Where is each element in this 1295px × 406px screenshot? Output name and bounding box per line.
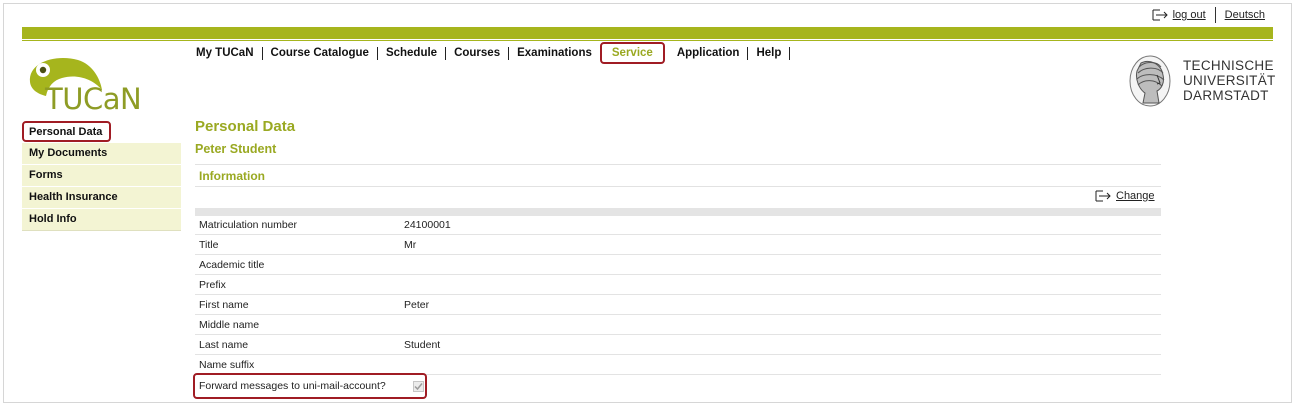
nav-divider — [789, 46, 791, 60]
table-row: Matriculation number 24100001 — [195, 215, 1161, 235]
row-label: Name suffix — [199, 358, 255, 371]
change-arrow-icon — [1095, 190, 1111, 202]
nav-application[interactable]: Application — [677, 47, 740, 59]
change-link[interactable]: Change — [1095, 190, 1155, 202]
nav-divider — [261, 46, 263, 60]
sidebar-item-forms[interactable]: Forms — [22, 165, 181, 186]
table-row: Name suffix — [195, 355, 1161, 375]
nav-courses[interactable]: Courses — [454, 47, 500, 59]
row-label: Middle name — [199, 318, 260, 331]
table-row: First name Peter — [195, 295, 1161, 315]
row-value: Mr — [404, 238, 417, 251]
change-label[interactable]: Change — [1116, 190, 1155, 202]
sidebar: Personal Data My Documents Forms Health Ins… — [22, 121, 181, 231]
person-name: Peter Student — [195, 142, 277, 156]
checkmark-icon — [414, 382, 423, 390]
tucan-logo-text: TUCaN — [45, 82, 142, 116]
row-label: Academic title — [199, 258, 265, 271]
nav-divider — [508, 46, 510, 60]
row-value: Student — [404, 338, 441, 351]
row-value: 24100001 — [404, 218, 451, 231]
forward-messages-row: Forward messages to uni-mail-account? — [193, 373, 427, 399]
header-green-bar — [22, 27, 1273, 39]
table-row: Middle name — [195, 315, 1161, 335]
row-label: Matriculation number — [199, 218, 298, 231]
sidebar-item-my-documents[interactable]: My Documents — [22, 143, 181, 164]
nav-divider — [445, 46, 447, 60]
nav-help[interactable]: Help — [756, 47, 781, 59]
tu-line-2: UNIVERSITÄT — [1183, 73, 1276, 88]
row-value: Peter — [404, 298, 430, 311]
sidebar-item-health-insurance[interactable]: Health Insurance — [22, 187, 181, 208]
forward-messages-label: Forward messages to uni-mail-account? — [199, 380, 386, 392]
divider — [195, 164, 1161, 165]
forward-messages-checkbox[interactable] — [413, 380, 424, 392]
tu-line-3: DARMSTADT — [1183, 88, 1269, 103]
tu-line-1: TECHNISCHE — [1183, 58, 1274, 73]
language-link[interactable]: Deutsch — [1225, 9, 1265, 21]
nav-divider — [747, 46, 749, 60]
tu-darmstadt-wordmark: TECHNISCHE UNIVERSITÄT DARMSTADT — [1183, 58, 1276, 103]
section-title: Information — [199, 169, 265, 183]
nav-service[interactable]: Service — [599, 42, 665, 64]
logout-arrow-icon — [1152, 9, 1168, 21]
table-row: Academic title — [195, 255, 1161, 275]
logout-link[interactable]: log out — [1152, 9, 1206, 21]
nav-course-catalogue[interactable]: Course Catalogue — [271, 47, 369, 59]
row-label: Prefix — [199, 278, 226, 291]
row-label: First name — [199, 298, 249, 311]
tu-darmstadt-seal-icon — [1129, 55, 1171, 107]
table-row: Last name Student — [195, 335, 1161, 355]
main-nav: My TUCaN Course Catalogue Schedule Courses E… — [196, 42, 798, 64]
sidebar-item-hold-info[interactable]: Hold Info — [22, 209, 181, 230]
nav-divider — [376, 46, 378, 60]
top-links-divider — [1214, 7, 1216, 23]
table-row: Title Mr — [195, 235, 1161, 255]
header-green-line — [22, 40, 1273, 41]
logout-label[interactable]: log out — [1173, 9, 1206, 21]
nav-examinations[interactable]: Examinations — [517, 47, 592, 59]
nav-schedule[interactable]: Schedule — [386, 47, 437, 59]
divider — [195, 186, 1161, 187]
sidebar-bottom-line — [22, 230, 181, 231]
table-row: Prefix — [195, 275, 1161, 295]
top-links: log out Deutsch — [1152, 6, 1265, 24]
sidebar-item-personal-data[interactable]: Personal Data — [22, 121, 111, 142]
nav-my-tucan[interactable]: My TUCaN — [196, 47, 254, 59]
row-label: Last name — [199, 338, 249, 351]
page-title: Personal Data — [195, 118, 296, 135]
personal-data-table: Matriculation number 24100001 Title Mr Acade… — [195, 215, 1161, 375]
row-label: Title — [199, 238, 219, 251]
